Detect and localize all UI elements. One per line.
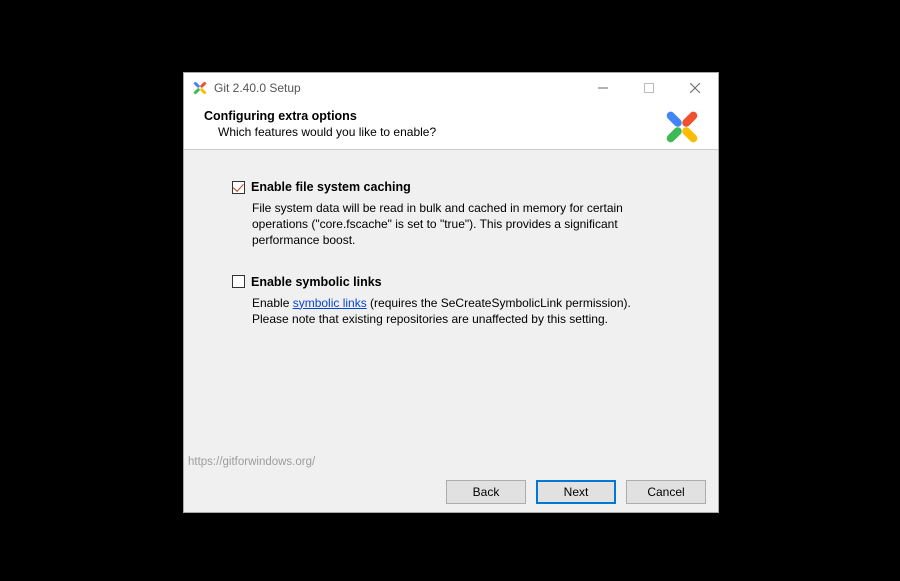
page-subheading: Which features would you like to enable?	[204, 125, 698, 139]
back-button[interactable]: Back	[446, 480, 526, 504]
window-title: Git 2.40.0 Setup	[214, 81, 301, 95]
option-fscache: Enable file system caching File system d…	[232, 180, 670, 249]
checkbox-symlinks[interactable]	[232, 275, 245, 288]
checkbox-fscache[interactable]	[232, 181, 245, 194]
page-heading: Configuring extra options	[204, 109, 698, 123]
wizard-header: Configuring extra options Which features…	[184, 103, 718, 150]
git-icon	[192, 80, 208, 96]
option-fscache-label[interactable]: Enable file system caching	[251, 180, 411, 194]
title-bar: Git 2.40.0 Setup	[184, 73, 718, 103]
minimize-button[interactable]	[580, 73, 626, 103]
option-fscache-desc: File system data will be read in bulk an…	[232, 200, 652, 249]
option-symlinks-label[interactable]: Enable symbolic links	[251, 275, 382, 289]
footer-url: https://gitforwindows.org/	[188, 456, 315, 468]
setup-window: Git 2.40.0 Setup Configuring extra optio…	[183, 72, 719, 513]
close-button[interactable]	[672, 73, 718, 103]
button-bar: Back Next Cancel	[446, 480, 706, 504]
maximize-button[interactable]	[626, 73, 672, 103]
git-logo	[660, 105, 704, 149]
option-symlinks: Enable symbolic links Enable symbolic li…	[232, 275, 670, 327]
next-button[interactable]: Next	[536, 480, 616, 504]
cancel-button[interactable]: Cancel	[626, 480, 706, 504]
symbolic-links-link[interactable]: symbolic links	[293, 296, 367, 310]
wizard-body: Enable file system caching File system d…	[184, 150, 718, 512]
option-symlinks-desc: Enable symbolic links (requires the SeCr…	[232, 295, 652, 327]
